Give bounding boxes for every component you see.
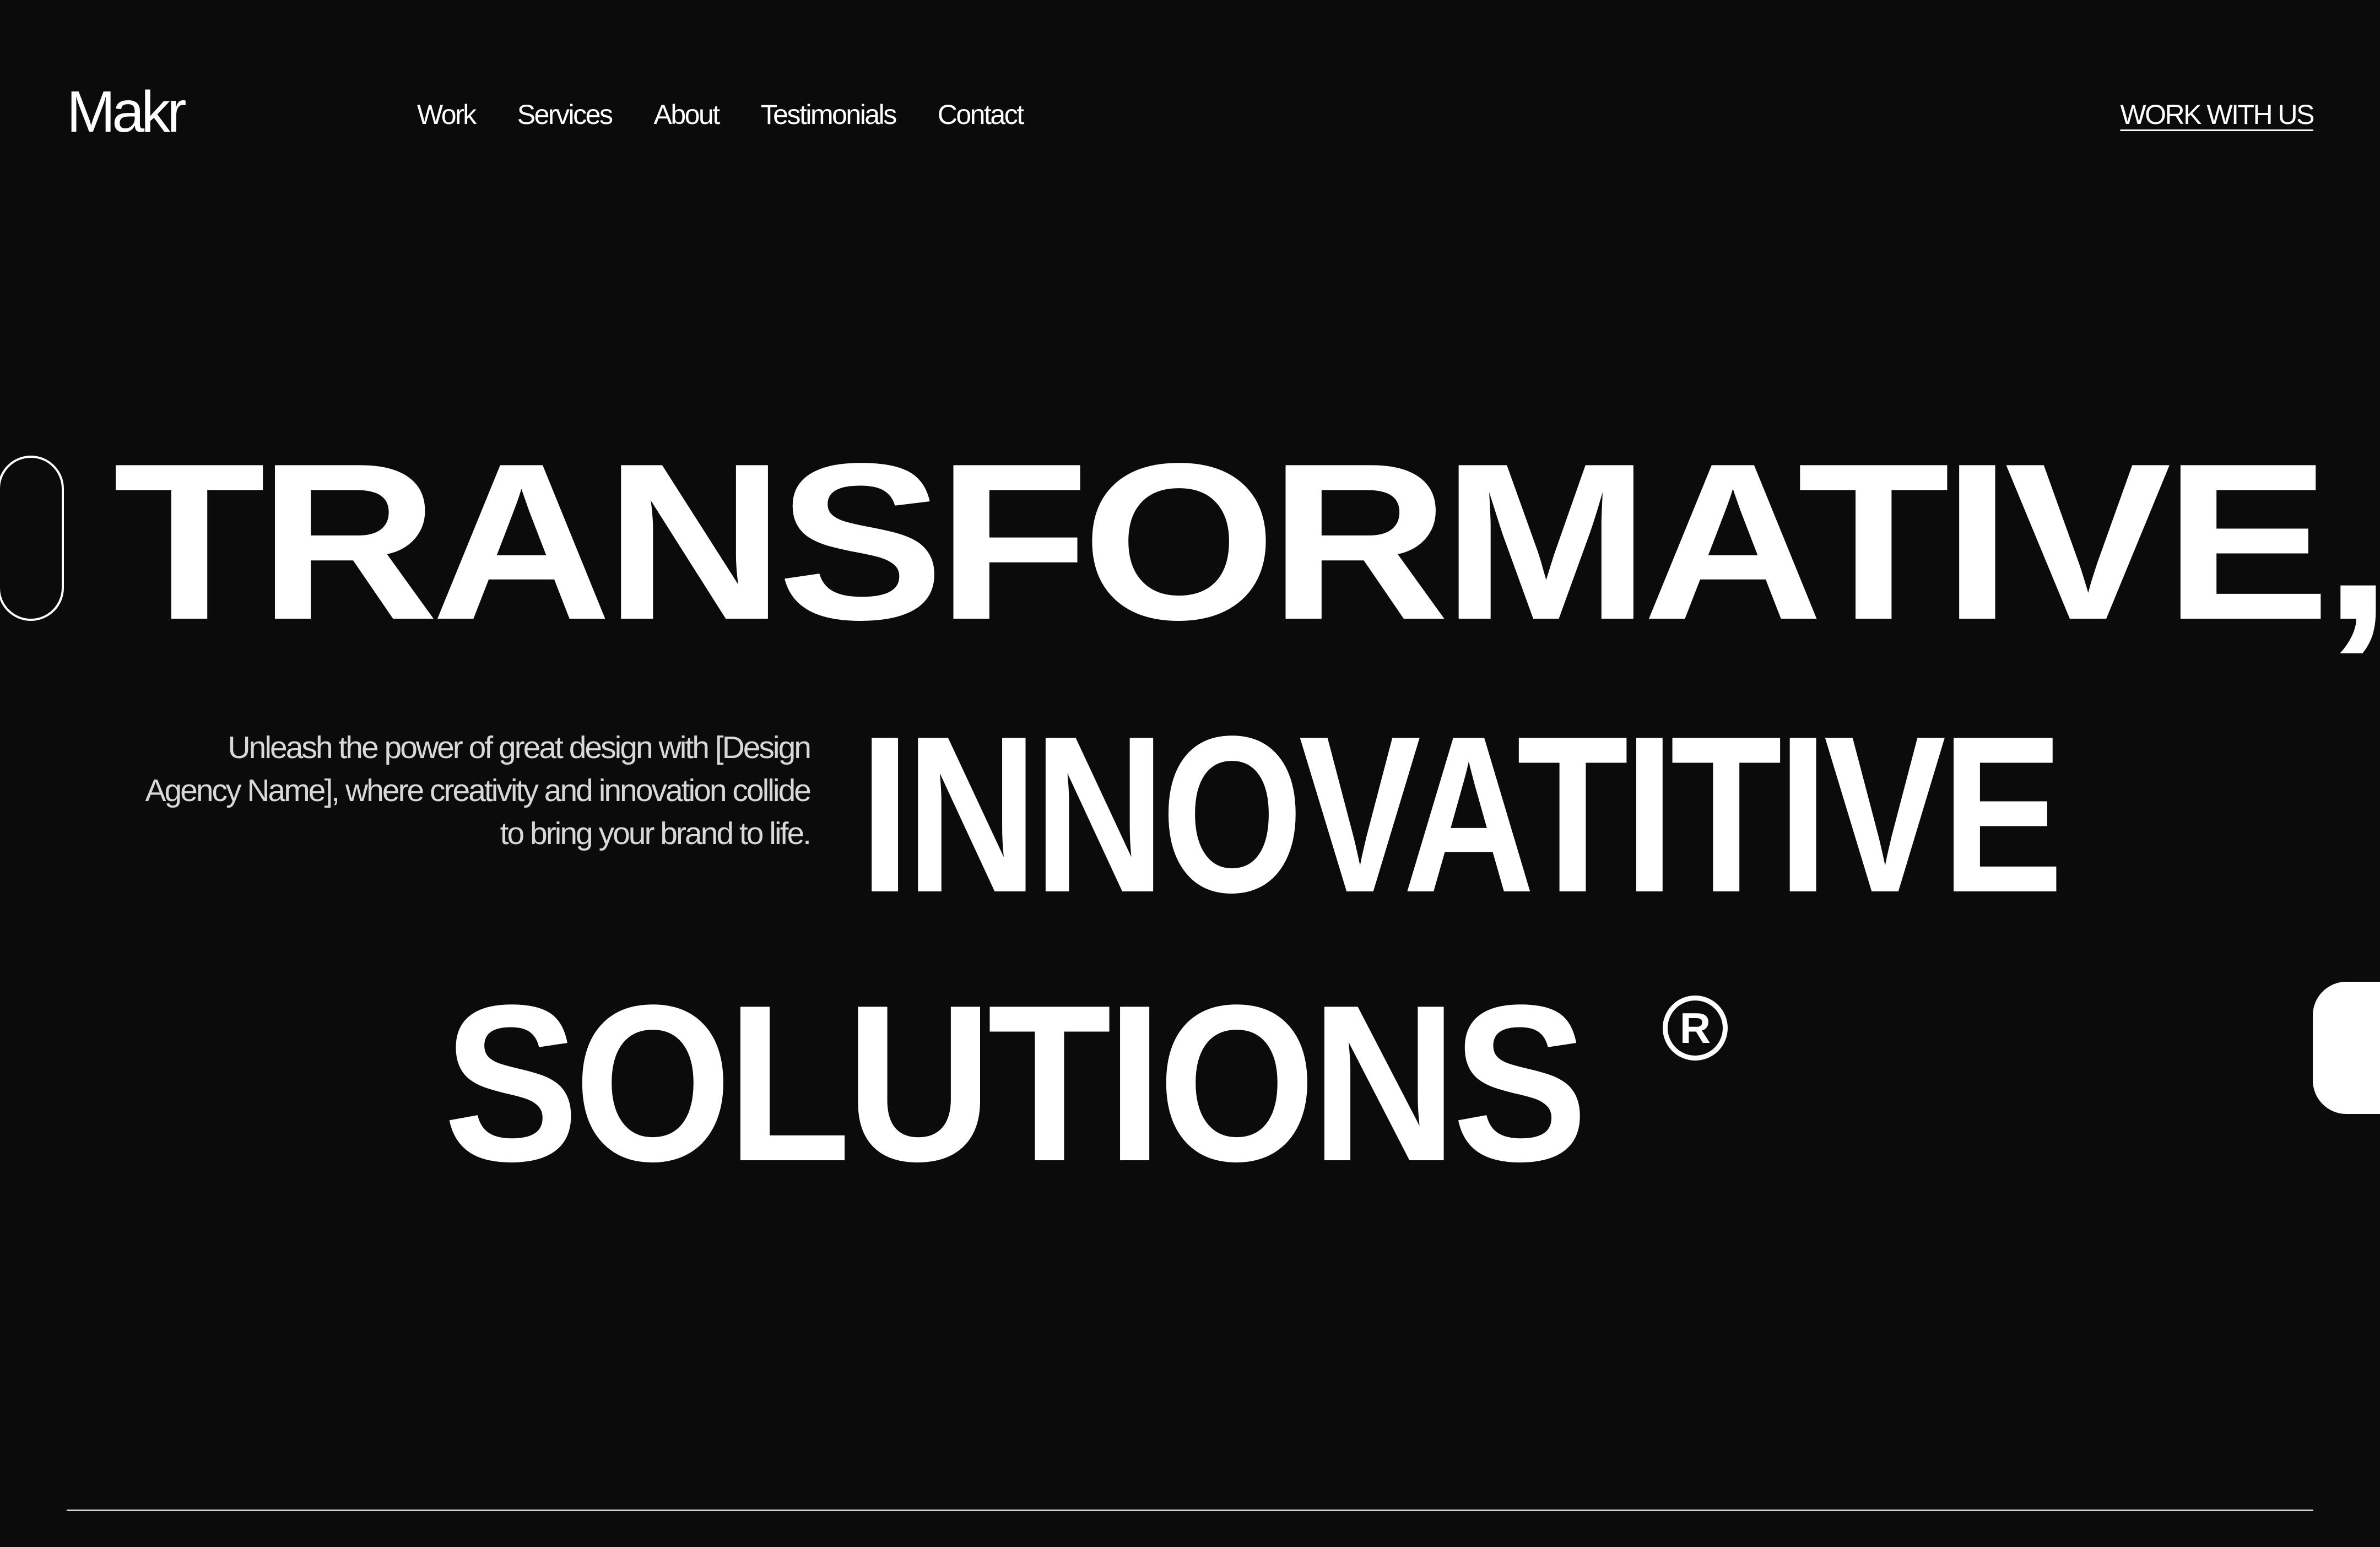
page: Makr Work Services About Testimonials Co… [0, 0, 2380, 1547]
hero-headline-line-2: INNOVATITIVE [859, 689, 2063, 939]
nav-item-about[interactable]: About [653, 98, 720, 131]
registered-trademark-icon: R [1663, 996, 1728, 1061]
nav-list: Work Services About Testimonials Contact [417, 98, 1065, 131]
nav-item-work[interactable]: Work [417, 98, 477, 131]
brand-logo[interactable]: Makr [67, 83, 187, 141]
nav-item-services[interactable]: Services [517, 98, 613, 131]
section-divider [67, 1510, 2313, 1511]
work-with-us-link[interactable]: WORK WITH US [2120, 98, 2314, 131]
hero-tagline: Unleash the power of great design with [… [145, 730, 812, 851]
hero-headline-line-1: TRANSFORMATIVE, [113, 416, 2380, 666]
decorative-pill-filled [2313, 982, 2380, 1114]
decorative-pill-outline [0, 456, 64, 621]
nav-item-testimonials[interactable]: Testimonials [761, 98, 897, 131]
hero-headline-line-3: SOLUTIONS [443, 958, 1588, 1208]
nav-item-contact[interactable]: Contact [938, 98, 1024, 131]
